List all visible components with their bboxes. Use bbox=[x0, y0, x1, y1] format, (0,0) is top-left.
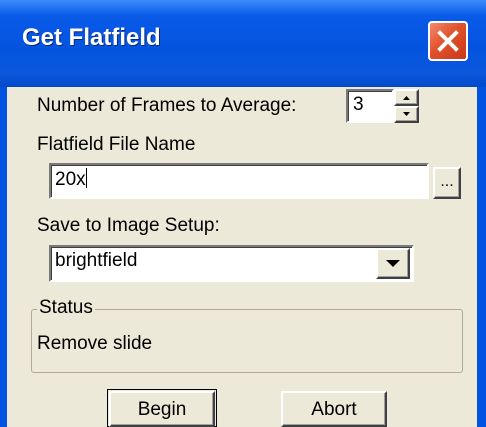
browse-button-label: ... bbox=[440, 173, 454, 190]
file-name-value: 20x bbox=[55, 168, 87, 190]
frames-input[interactable]: 3 bbox=[346, 89, 394, 123]
dialog-body: Number of Frames to Average: 3 Flatfield… bbox=[7, 87, 477, 427]
chevron-down-icon bbox=[386, 260, 400, 267]
setup-select[interactable]: brightfield bbox=[49, 245, 414, 282]
close-button[interactable] bbox=[428, 21, 468, 61]
abort-button[interactable]: Abort bbox=[281, 391, 387, 427]
arrow-down-icon bbox=[403, 112, 410, 116]
spin-down-button[interactable] bbox=[394, 106, 419, 123]
status-group-label: Status bbox=[37, 297, 95, 319]
dialog-window: Get Flatfield Number of Frames to Averag… bbox=[0, 0, 486, 427]
arrow-up-icon bbox=[403, 96, 410, 100]
frames-label: Number of Frames to Average: bbox=[37, 95, 297, 116]
abort-button-label: Abort bbox=[311, 399, 357, 420]
setup-dropdown-button[interactable] bbox=[376, 248, 410, 279]
spin-up-button[interactable] bbox=[394, 89, 419, 106]
window-title: Get Flatfield bbox=[22, 24, 161, 51]
setup-selected-value: brightfield bbox=[55, 250, 138, 271]
frames-value: 3 bbox=[353, 94, 364, 115]
begin-button-label: Begin bbox=[137, 399, 187, 420]
file-name-input[interactable]: 20x bbox=[49, 163, 429, 199]
begin-button[interactable]: Begin bbox=[109, 391, 215, 427]
browse-button[interactable]: ... bbox=[433, 167, 461, 199]
file-name-label: Flatfield File Name bbox=[37, 134, 196, 155]
status-text: Remove slide bbox=[37, 333, 153, 354]
title-bar[interactable]: Get Flatfield bbox=[0, 0, 486, 87]
setup-label: Save to Image Setup: bbox=[37, 215, 220, 236]
close-icon bbox=[437, 30, 459, 52]
